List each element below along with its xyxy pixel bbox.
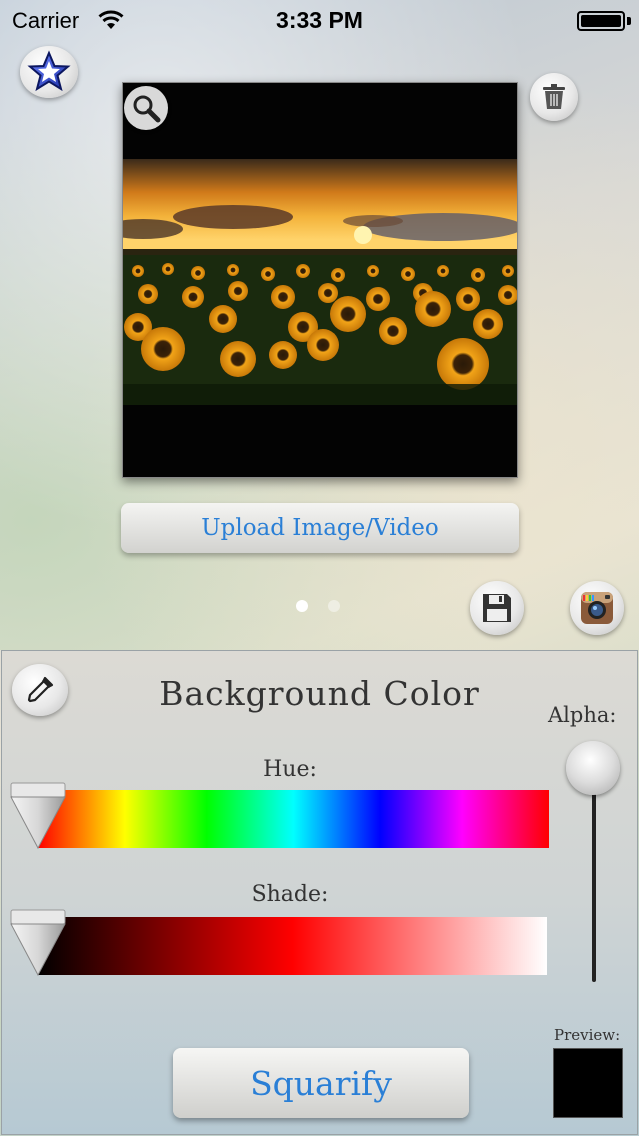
shade-label: Shade:: [251, 882, 329, 907]
shade-slider-thumb[interactable]: [10, 909, 66, 979]
save-button[interactable]: [470, 581, 524, 635]
panel-title: Background Color: [159, 674, 480, 713]
alpha-label: Alpha:: [548, 703, 617, 727]
color-preview-swatch: [553, 1048, 623, 1118]
hue-label: Hue:: [263, 757, 317, 782]
hue-slider-track[interactable]: [38, 790, 549, 848]
favorites-button[interactable]: [20, 46, 78, 98]
shade-slider-track[interactable]: [38, 917, 547, 975]
upload-button[interactable]: Upload Image/Video: [121, 503, 519, 553]
status-bar: Carrier 3:33 PM: [0, 0, 639, 42]
alpha-slider-track[interactable]: [592, 780, 596, 982]
star-icon: [27, 50, 71, 92]
page-control[interactable]: [296, 600, 340, 612]
battery-tip: [627, 17, 631, 25]
instagram-button[interactable]: [570, 581, 624, 635]
instagram-icon: [581, 592, 613, 624]
preview-label: Preview:: [554, 1026, 621, 1044]
battery-icon: [577, 11, 625, 31]
hue-slider-thumb[interactable]: [10, 782, 66, 852]
delete-button[interactable]: [530, 73, 578, 121]
image-preview[interactable]: [122, 82, 518, 478]
trash-icon: [543, 84, 565, 109]
squarify-button[interactable]: Squarify: [173, 1048, 469, 1118]
clock: 3:33 PM: [276, 7, 363, 33]
sunflower-photo: [123, 159, 517, 405]
zoom-icon: [133, 95, 161, 123]
alpha-slider-thumb[interactable]: [566, 741, 620, 795]
save-icon: [483, 594, 511, 622]
zoom-button[interactable]: [124, 86, 168, 130]
page-dot-1[interactable]: [296, 600, 308, 612]
page-dot-2[interactable]: [328, 600, 340, 612]
